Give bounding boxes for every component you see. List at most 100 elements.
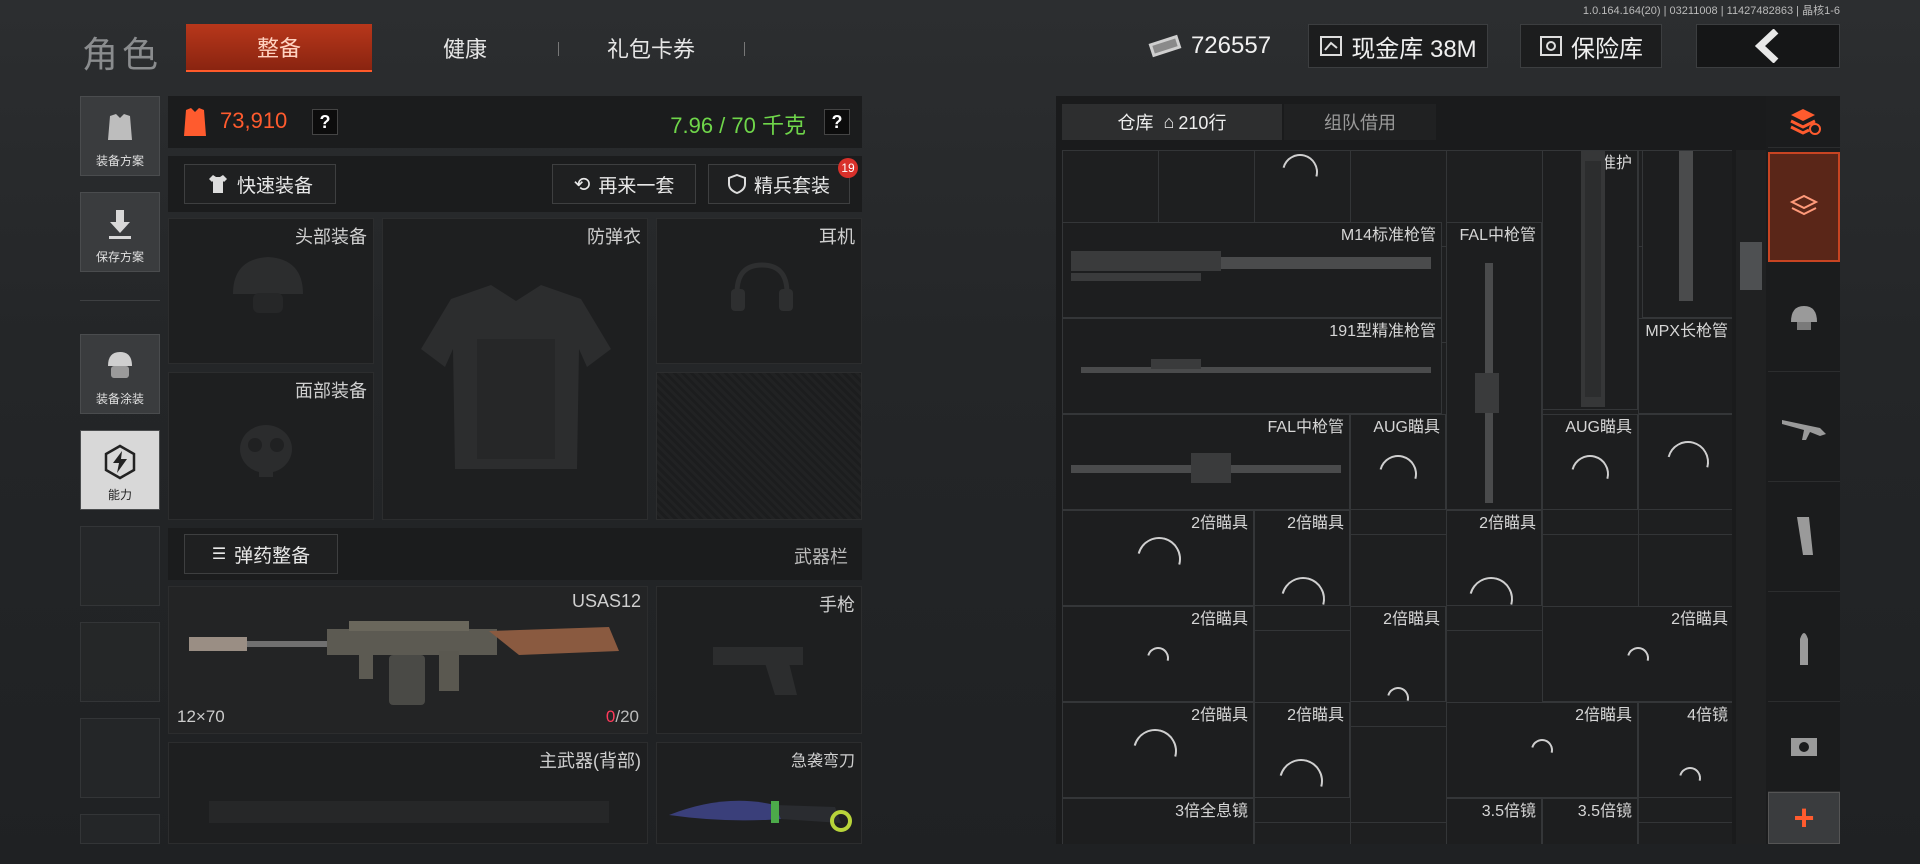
item-4x-scope[interactable]: 4倍镜 <box>1638 702 1732 798</box>
ability-label: 能力 <box>107 488 132 502</box>
category-rifle[interactable] <box>1768 372 1840 482</box>
item-name: 3.5倍镜 <box>1481 803 1536 820</box>
tab-warehouse[interactable]: 仓库 ⌂ 210行 <box>1062 104 1282 140</box>
item-mpx-long-barrel[interactable]: MPX长枪管 <box>1638 318 1732 414</box>
item-3x-holo-sight[interactable]: 3倍全息镜 <box>1062 798 1254 844</box>
ability-button[interactable]: 能力 <box>80 430 160 510</box>
category-helmet[interactable] <box>1768 262 1840 372</box>
loading-icon <box>1128 528 1190 590</box>
head-slot-label: 头部装备 <box>295 227 367 247</box>
shirt-icon <box>208 175 227 193</box>
item-2x-sight[interactable]: 2倍瞄具 <box>1062 702 1254 798</box>
magazine-icon <box>1797 516 1813 555</box>
weapon-name: USAS12 <box>571 591 641 611</box>
item-2x-sight[interactable]: 2倍瞄具 <box>1542 606 1732 702</box>
category-all[interactable] <box>1768 96 1840 148</box>
primary-weapon-back-slot[interactable]: 主武器(背部) <box>168 742 648 844</box>
loadout-plans-button[interactable]: 装备方案 <box>80 96 160 176</box>
item-2x-sight[interactable]: 2倍瞄具 <box>1254 702 1350 812</box>
category-magazine[interactable] <box>1768 482 1840 592</box>
rifle-silhouette-icon <box>209 801 609 823</box>
tab-team-borrow[interactable]: 组队借用 <box>1284 104 1436 140</box>
item-2x-sight[interactable]: 2倍瞄具 <box>1350 606 1446 714</box>
item-2x-sight[interactable]: 2倍瞄具 <box>1062 510 1254 606</box>
elite-kit-button[interactable]: 精兵套装 <box>708 164 850 204</box>
tab-divider <box>744 42 745 56</box>
save-plan-button[interactable]: 保存方案 <box>80 192 160 272</box>
quick-equip-button[interactable]: 快速装备 <box>184 164 336 204</box>
karambit-knife-icon <box>669 800 852 832</box>
primary-weapon-slot[interactable]: USAS12 12×70 0/20 <box>168 586 648 734</box>
category-ammo[interactable] <box>1768 592 1840 702</box>
item-name: FAL中枪管 <box>1267 419 1344 436</box>
caliber-label: 12×70 <box>177 707 225 726</box>
pistol-slot[interactable]: 手枪 <box>656 586 862 734</box>
equipment-skin-button[interactable]: 装备涂装 <box>80 334 160 414</box>
item-2x-sight[interactable]: 2倍瞄具 <box>1446 510 1542 630</box>
category-selected[interactable] <box>1768 152 1840 262</box>
item-fal-barrel-2[interactable]: FAL中枪管 <box>1062 414 1350 510</box>
rifle-icon <box>1782 419 1826 440</box>
scrollbar-thumb[interactable] <box>1740 242 1762 290</box>
headset-slot[interactable]: 耳机 <box>656 218 862 364</box>
ammo-current: 0 <box>605 707 616 726</box>
back-button[interactable] <box>1696 24 1840 68</box>
reequip-button[interactable]: ⟲ 再来一套 <box>552 164 696 204</box>
head-slot[interactable]: 头部装备 <box>168 218 374 364</box>
item-name: 2倍瞄具 <box>1191 707 1248 724</box>
loading-icon <box>1382 682 1414 714</box>
download-icon <box>109 210 131 239</box>
melee-slot[interactable]: 急袭弯刀 <box>656 742 862 844</box>
barrel-icon <box>1081 359 1431 373</box>
loading-icon <box>1275 150 1325 197</box>
item-2x-sight[interactable]: 2倍瞄具 <box>1062 606 1254 702</box>
home-icon: ⌂ <box>1163 111 1175 132</box>
headset-icon <box>731 262 793 311</box>
item-m14-barrel[interactable]: M14标准枪管 <box>1062 222 1442 318</box>
tab-gift-vouchers[interactable]: 礼包卡券 <box>558 24 744 72</box>
pistol-icon <box>713 647 803 695</box>
item-fal-barrel[interactable]: FAL中枪管 <box>1446 222 1542 510</box>
item-name: 2倍瞄具 <box>1575 707 1632 724</box>
body-armor-icon <box>421 285 611 469</box>
tab-loadout[interactable]: 整备 <box>186 24 372 72</box>
add-button[interactable]: + <box>1768 792 1840 844</box>
item-standard-handguard[interactable]: 标准护 <box>1542 150 1638 410</box>
item-slot[interactable] <box>1638 414 1732 510</box>
loading-icon <box>1526 734 1558 766</box>
loading-icon <box>1674 762 1706 794</box>
helmet-icon <box>1791 305 1817 330</box>
weight-help-button[interactable]: ? <box>824 109 850 135</box>
ammo-loadout-button[interactable]: ☰ 弹药整备 <box>184 534 338 574</box>
money-value: 726557 <box>1190 32 1272 59</box>
item-191-precision-barrel[interactable]: 191型精准枪管 <box>1062 318 1442 414</box>
item-2x-sight[interactable]: 2倍瞄具 <box>1254 510 1350 630</box>
warehouse-rows: 210行 <box>1178 113 1227 133</box>
item-aug-sight-2[interactable]: AUG瞄具 <box>1542 414 1638 510</box>
item-name: AUG瞄具 <box>1565 419 1632 436</box>
cash-vault-button[interactable]: 现金库 38M <box>1308 24 1488 68</box>
body-armor-slot[interactable]: 防弹衣 <box>382 218 648 520</box>
shield-icon <box>727 174 746 194</box>
tab-health[interactable]: 健康 <box>372 24 558 72</box>
loading-icon <box>1272 568 1334 630</box>
item-aug-sight[interactable]: AUG瞄具 <box>1350 414 1446 510</box>
item-3-5x-scope-2[interactable]: 3.5倍镜 <box>1542 798 1638 844</box>
item-3-5x-scope[interactable]: 3.5倍镜 <box>1446 798 1542 844</box>
insurance-vault-button[interactable]: 保险库 <box>1520 24 1662 68</box>
layers-refresh-icon <box>1790 108 1821 135</box>
face-slot[interactable]: 面部装备 <box>168 372 374 520</box>
item-barrel[interactable] <box>1642 150 1732 318</box>
equipment-skin-label: 装备涂装 <box>95 392 144 406</box>
ammo-bar: ☰ 弹药整备 武器栏 <box>168 528 862 580</box>
value-help-button[interactable]: ? <box>312 109 338 135</box>
refresh-icon: ⟲ <box>573 173 591 196</box>
item-name: 2倍瞄具 <box>1191 611 1248 628</box>
money-display: 726557 <box>1142 24 1276 68</box>
pistol-slot-label: 手枪 <box>819 595 855 615</box>
category-sight[interactable] <box>1768 702 1840 792</box>
empty-gear-slot <box>656 372 862 520</box>
shotgun-icon <box>189 621 619 705</box>
item-name: 2倍瞄具 <box>1479 515 1536 532</box>
item-2x-sight[interactable]: 2倍瞄具 <box>1446 702 1638 798</box>
